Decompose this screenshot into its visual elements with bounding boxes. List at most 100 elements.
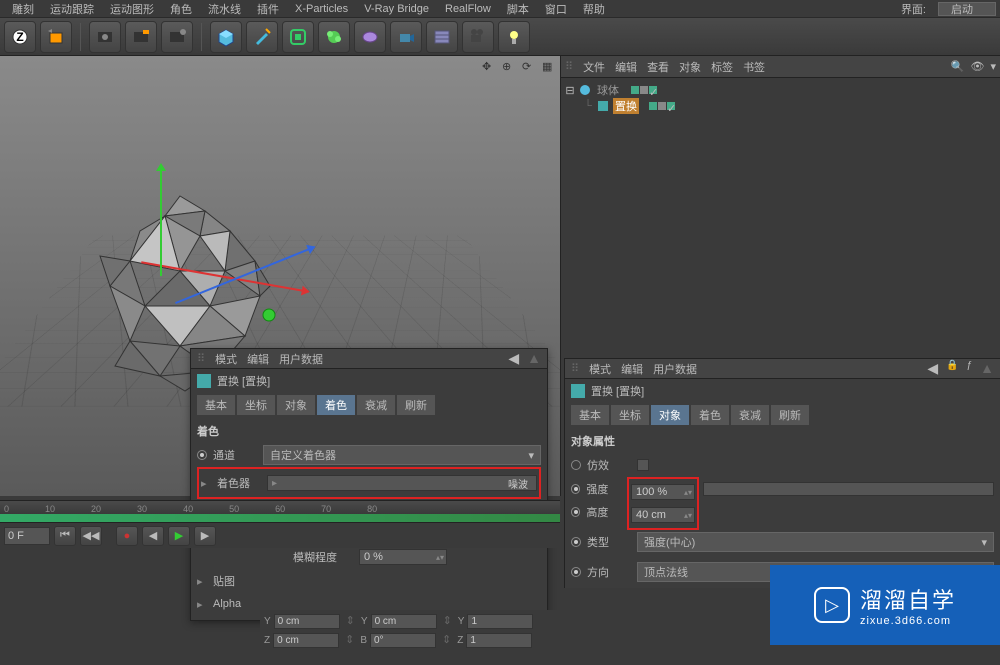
camera-button[interactable] — [390, 21, 422, 53]
rtab-refresh[interactable]: 刷新 — [771, 405, 809, 425]
om-tab-tags[interactable]: 标签 — [711, 59, 733, 75]
light-button[interactable] — [498, 21, 530, 53]
prev-key-button[interactable]: ◀◀ — [80, 526, 102, 546]
om-tab-file[interactable]: 文件 — [583, 59, 605, 75]
nav-up-icon[interactable]: ▲ — [527, 350, 541, 367]
om-tab-bookmarks[interactable]: 书签 — [743, 59, 765, 75]
render-picture-button[interactable] — [125, 21, 157, 53]
menu-realflow[interactable]: RealFlow — [437, 3, 499, 15]
nav-back-icon[interactable]: ◀ — [508, 350, 519, 367]
handle-z-icon[interactable] — [260, 306, 278, 324]
viewport-layout-icon[interactable]: ▦ — [542, 60, 556, 74]
record-button[interactable]: ● — [116, 526, 138, 546]
timeline-track[interactable] — [0, 514, 560, 522]
menu-script[interactable]: 脚本 — [499, 1, 537, 17]
pos-z-input[interactable] — [273, 633, 339, 648]
play-button[interactable]: ▶ — [168, 526, 190, 546]
nav-up-icon[interactable]: ▲ — [980, 360, 994, 377]
deformer-button[interactable] — [318, 21, 350, 53]
tree-row-displacer[interactable]: └ 置换 ✓ — [565, 98, 996, 114]
menu-plugins[interactable]: 插件 — [249, 1, 287, 17]
tab-object[interactable]: 对象 — [277, 395, 315, 415]
prev-frame-button[interactable]: ◀ — [142, 526, 164, 546]
menu-pipeline[interactable]: 流水线 — [200, 1, 249, 17]
ap-userdata[interactable]: 用户数据 — [279, 351, 323, 367]
apr-mode[interactable]: 模式 — [589, 361, 611, 377]
tab-falloff[interactable]: 衰减 — [357, 395, 395, 415]
radio-type[interactable] — [571, 537, 581, 547]
radio-channel[interactable] — [197, 450, 207, 460]
search-icon[interactable]: 🔍 — [951, 60, 965, 73]
primitive-cube-button[interactable] — [210, 21, 242, 53]
blur-scale-input[interactable]: 0 %▴▾ — [359, 549, 447, 565]
rtab-basic[interactable]: 基本 — [571, 405, 609, 425]
undo-button[interactable]: Z — [4, 21, 36, 53]
menu-xparticles[interactable]: X-Particles — [287, 3, 356, 15]
ap-edit[interactable]: 编辑 — [247, 351, 269, 367]
tab-coord[interactable]: 坐标 — [237, 395, 275, 415]
scale-y-input[interactable] — [467, 614, 533, 629]
tab-refresh[interactable]: 刷新 — [397, 395, 435, 415]
expand-alpha-icon[interactable]: ▸ — [197, 598, 207, 611]
radio-direction[interactable] — [571, 567, 581, 577]
redo-button[interactable] — [40, 21, 72, 53]
om-tab-view[interactable]: 查看 — [647, 59, 669, 75]
menu-character[interactable]: 角色 — [162, 1, 200, 17]
eye-icon[interactable]: 👁 — [971, 60, 985, 73]
spline-pen-button[interactable] — [246, 21, 278, 53]
viewport-zoom-icon[interactable]: ⊕ — [502, 60, 516, 74]
nav-back-icon[interactable]: ◀ — [927, 360, 938, 377]
scene-button[interactable] — [426, 21, 458, 53]
radio-emulate[interactable] — [571, 460, 581, 470]
viewport-move-icon[interactable]: ✥ — [482, 60, 496, 74]
menu-mograph[interactable]: 运动图形 — [102, 1, 162, 17]
strength-slider[interactable] — [703, 482, 994, 496]
tab-shading[interactable]: 着色 — [317, 395, 355, 415]
frame-current-input[interactable]: 0 F — [4, 527, 50, 545]
expand-icon[interactable]: ⊟ — [565, 84, 575, 97]
ap-mode[interactable]: 模式 — [215, 351, 237, 367]
expand-texture-icon[interactable]: ▸ — [197, 575, 207, 588]
rot-b-input[interactable] — [370, 633, 436, 648]
render-view-button[interactable] — [89, 21, 121, 53]
render-settings-button[interactable] — [161, 21, 193, 53]
scale-z-input[interactable] — [466, 633, 532, 648]
filter-icon[interactable]: ▾ — [990, 60, 996, 73]
radio-height[interactable] — [571, 507, 580, 517]
goto-start-button[interactable]: ⏮ — [54, 526, 76, 546]
menu-sculpt[interactable]: 雕刻 — [4, 1, 42, 17]
om-tab-edit[interactable]: 编辑 — [615, 59, 637, 75]
tree-row-sphere[interactable]: ⊟ 球体 ✓ — [565, 82, 996, 98]
apr-edit[interactable]: 编辑 — [621, 361, 643, 377]
menu-window[interactable]: 窗口 — [537, 1, 575, 17]
menu-vray[interactable]: V-Ray Bridge — [356, 3, 437, 15]
rtab-falloff[interactable]: 衰减 — [731, 405, 769, 425]
rtab-coord[interactable]: 坐标 — [611, 405, 649, 425]
channel-dropdown[interactable]: 自定义着色器▾ — [263, 445, 541, 465]
lock-icon[interactable]: 🔒 — [946, 360, 958, 377]
tab-basic[interactable]: 基本 — [197, 395, 235, 415]
movie-camera-button[interactable] — [462, 21, 494, 53]
radio-strength[interactable] — [571, 484, 580, 494]
next-frame-button[interactable]: ▶ — [194, 526, 216, 546]
type-dropdown[interactable]: 强度(中心)▾ — [637, 532, 994, 552]
pos-y-input[interactable] — [274, 614, 340, 629]
emulate-checkbox[interactable] — [637, 459, 649, 471]
apr-userdata[interactable]: 用户数据 — [653, 361, 697, 377]
expand-shader-icon[interactable]: ▸ — [201, 477, 211, 490]
timeline-ruler[interactable]: 01020304050607080 — [0, 500, 560, 514]
interface-select[interactable]: 启动 — [938, 2, 996, 16]
menu-help[interactable]: 帮助 — [575, 1, 613, 17]
strength-input[interactable]: 100 %▴▾ — [631, 484, 695, 500]
generator-button[interactable] — [282, 21, 314, 53]
axis-y[interactable] — [160, 166, 162, 276]
shader-bar[interactable]: ▸ 噪波 — [267, 475, 537, 491]
environment-button[interactable] — [354, 21, 386, 53]
viewport-rotate-icon[interactable]: ⟳ — [522, 60, 536, 74]
menu-tracking[interactable]: 运动跟踪 — [42, 1, 102, 17]
rtab-object[interactable]: 对象 — [651, 405, 689, 425]
height-input[interactable]: 40 cm▴▾ — [631, 507, 695, 523]
rtab-shading[interactable]: 着色 — [691, 405, 729, 425]
size-y-input[interactable] — [371, 614, 437, 629]
om-tab-object[interactable]: 对象 — [679, 59, 701, 75]
